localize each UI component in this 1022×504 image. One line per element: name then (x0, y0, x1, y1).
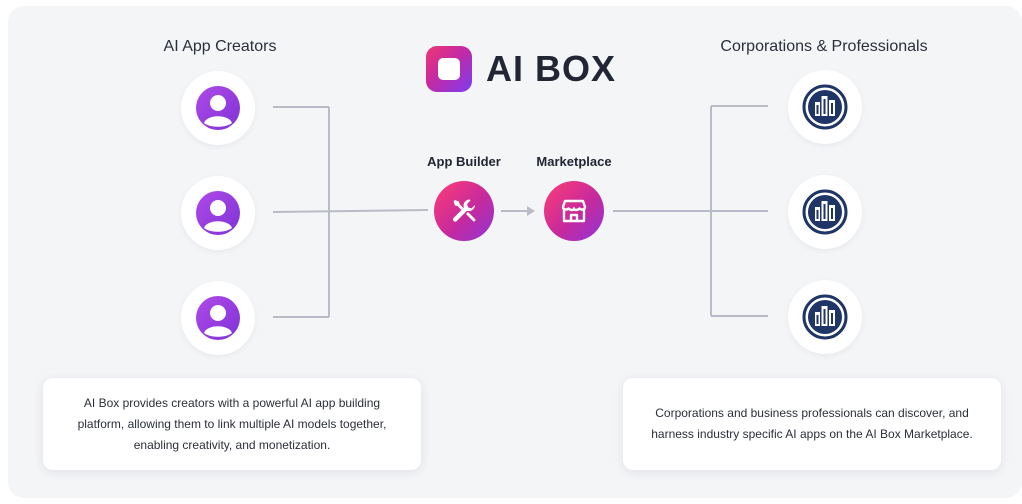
marketplace-label: Marketplace (536, 154, 612, 169)
creator-node (181, 71, 255, 145)
user-avatar-icon (196, 86, 240, 130)
buildings-icon (802, 294, 848, 340)
corporation-node (788, 175, 862, 249)
corporations-heading: Corporations & Professionals (720, 38, 928, 55)
ai-box-logo: AI BOX (426, 46, 616, 92)
arrow-head-icon (527, 206, 535, 216)
corporation-node (788, 70, 862, 144)
logo-mark-icon (426, 46, 472, 92)
brand-name: AI BOX (486, 48, 617, 89)
creator-node (181, 176, 255, 250)
buildings-icon (802, 189, 848, 235)
corporation-node (788, 280, 862, 354)
app-builder-label: App Builder (427, 154, 501, 169)
creator-node (181, 281, 255, 355)
user-avatar-icon (196, 296, 240, 340)
buildings-icon (802, 84, 848, 130)
corporations-description: Corporations and business professionals … (651, 406, 973, 441)
corporations-description-card: Corporations and business professionals … (623, 378, 1001, 470)
app-builder-node (434, 181, 494, 241)
user-avatar-icon (196, 191, 240, 235)
creators-description-card: AI Box provides creators with a powerful… (43, 378, 421, 470)
tools-icon (452, 199, 476, 222)
creators-heading: AI App Creators (163, 38, 277, 55)
storefront-icon (561, 199, 587, 223)
creators-description: AI Box provides creators with a powerful… (77, 395, 387, 452)
marketplace-node (544, 181, 604, 241)
